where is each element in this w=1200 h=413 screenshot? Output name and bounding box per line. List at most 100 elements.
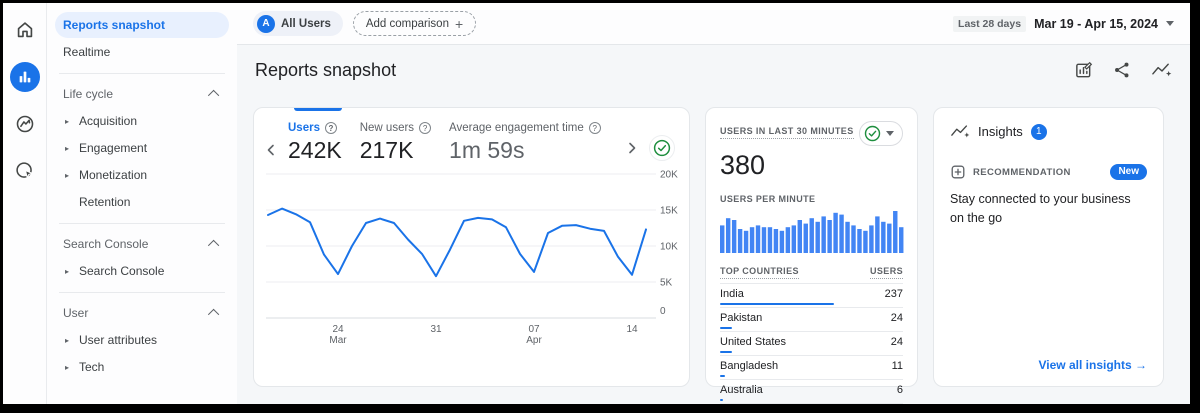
- audience-avatar: A: [257, 15, 275, 33]
- users-trend-line: [268, 209, 646, 277]
- sidebar-divider: [59, 223, 225, 224]
- add-comparison-button[interactable]: Add comparison +: [353, 11, 476, 36]
- data-quality-icon[interactable]: [649, 135, 675, 161]
- next-metrics-button[interactable]: [623, 139, 641, 157]
- country-bar: [720, 351, 732, 353]
- sidebar-item-reports-snapshot[interactable]: Reports snapshot: [55, 12, 229, 38]
- analytics-app: Reports snapshot Realtime Life cycle ▸Acqui…: [3, 3, 1190, 404]
- expand-arrow-icon[interactable]: ▸: [65, 144, 79, 153]
- sidebar-section-search-console[interactable]: Search Console: [55, 232, 229, 256]
- country-users-value: 11: [892, 360, 903, 372]
- minute-bar: [768, 227, 772, 253]
- country-bar: [720, 375, 725, 377]
- view-all-insights-label: View all insights: [1039, 358, 1132, 372]
- view-all-insights-link[interactable]: View all insights →: [1039, 358, 1147, 372]
- sidebar-item-search-console[interactable]: ▸Search Console: [55, 258, 229, 284]
- prev-metrics-button[interactable]: [262, 141, 280, 159]
- minute-bar: [893, 211, 897, 253]
- reports-nav-button[interactable]: [10, 62, 40, 92]
- explore-nav-button[interactable]: [10, 109, 40, 139]
- sidebar-item-realtime[interactable]: Realtime: [55, 39, 229, 65]
- sidebar-item-acquisition[interactable]: ▸Acquisition: [55, 108, 229, 134]
- metric-new-users-label: New users: [360, 122, 414, 134]
- sidebar-section-life-cycle[interactable]: Life cycle: [55, 82, 229, 106]
- expand-arrow-icon[interactable]: ▸: [65, 363, 79, 372]
- metric-avg-engagement[interactable]: Average engagement time? 1m 59s: [449, 122, 601, 164]
- sidebar-item-retention[interactable]: Retention: [55, 189, 229, 215]
- icon-rail: [3, 3, 47, 404]
- sidebar-item-label: User attributes: [79, 333, 157, 347]
- home-icon: [14, 19, 36, 41]
- new-badge: New: [1110, 164, 1147, 180]
- advertising-nav-button[interactable]: [10, 156, 40, 186]
- users-per-minute-label: USERS PER MINUTE: [720, 194, 903, 204]
- minute-bar: [845, 222, 849, 253]
- main-content: A All Users Add comparison + Last 28 day…: [237, 3, 1190, 404]
- x-axis-tick-sub: Mar: [329, 335, 347, 346]
- insights-icon[interactable]: [1151, 61, 1172, 79]
- sidebar-section-user[interactable]: User: [55, 301, 229, 325]
- help-icon[interactable]: ?: [589, 122, 601, 134]
- section-heading-label: Search Console: [63, 237, 148, 251]
- recommendation-text[interactable]: Stay connected to your business on the g…: [950, 190, 1147, 228]
- metric-users-label: Users: [288, 122, 320, 134]
- plus-icon: +: [455, 16, 463, 32]
- help-icon[interactable]: ?: [419, 122, 431, 134]
- country-users-value: 6: [897, 384, 903, 396]
- sidebar-item-engagement[interactable]: ▸Engagement: [55, 135, 229, 161]
- cards-row: Users? 242K New users? 217K Average enga…: [237, 95, 1190, 387]
- minute-bar: [726, 218, 730, 253]
- metric-users[interactable]: Users? 242K: [288, 122, 342, 164]
- x-axis-tick: 14: [626, 324, 638, 335]
- top-countries-list: India237Pakistan24 United States 24 Banglad…: [720, 284, 903, 404]
- page-header: Reports snapshot: [237, 45, 1190, 95]
- minute-bar: [869, 225, 873, 253]
- expand-arrow-icon[interactable]: ▸: [65, 171, 79, 180]
- country-users-value: 24: [891, 312, 903, 324]
- realtime-quality-dropdown[interactable]: [859, 121, 903, 146]
- metric-new-users[interactable]: New users? 217K: [360, 122, 431, 164]
- insights-icon: [950, 123, 970, 140]
- sidebar-item-monetization[interactable]: ▸Monetization: [55, 162, 229, 188]
- recommendation-icon: [950, 164, 966, 180]
- users-per-minute-chart[interactable]: [720, 209, 905, 253]
- help-icon[interactable]: ?: [325, 122, 337, 134]
- country-row: Pakistan24: [720, 308, 903, 332]
- country-name: Australia: [720, 384, 763, 396]
- minute-bar: [774, 229, 778, 253]
- minute-bar: [827, 220, 831, 253]
- date-range-picker[interactable]: Last 28 days Mar 19 - Apr 15, 2024: [953, 16, 1174, 32]
- audience-label: All Users: [281, 18, 331, 30]
- insights-title: Insights: [978, 124, 1023, 139]
- date-range-text: Mar 19 - Apr 15, 2024: [1034, 17, 1158, 31]
- reports-icon: [17, 69, 33, 85]
- metric-avg-engagement-label: Average engagement time: [449, 122, 584, 134]
- expand-arrow-icon[interactable]: ▸: [65, 117, 79, 126]
- country-name: Bangladesh: [720, 360, 778, 372]
- section-heading-label: Life cycle: [63, 87, 113, 101]
- minute-bar: [756, 225, 760, 253]
- all-users-chip[interactable]: A All Users: [253, 11, 343, 36]
- sidebar-item-user-attributes[interactable]: ▸User attributes: [55, 327, 229, 353]
- minute-bar: [744, 231, 748, 253]
- minute-bar: [833, 213, 837, 253]
- chevron-down-icon: [1166, 21, 1174, 26]
- expand-arrow-icon[interactable]: ▸: [65, 267, 79, 276]
- customize-report-icon[interactable]: [1074, 61, 1093, 80]
- share-icon[interactable]: [1113, 61, 1131, 79]
- country-row: India237: [720, 284, 903, 308]
- country-name: United States: [720, 336, 786, 348]
- sidebar-divider: [59, 292, 225, 293]
- country-users-value: 237: [885, 288, 903, 300]
- minute-bar: [720, 225, 724, 253]
- sidebar-item-label: Realtime: [63, 45, 110, 59]
- expand-arrow-icon[interactable]: ▸: [65, 336, 79, 345]
- chevron-up-icon: [208, 90, 219, 101]
- sidebar-item-tech[interactable]: ▸Tech: [55, 354, 229, 380]
- y-axis-tick: 5K: [660, 278, 673, 289]
- minute-bar: [786, 227, 790, 253]
- users-trend-chart[interactable]: 20K15K10K5K024Mar3107Apr14: [262, 168, 683, 348]
- page-title: Reports snapshot: [255, 60, 396, 81]
- home-nav-button[interactable]: [10, 15, 40, 45]
- country-bar: [720, 399, 723, 401]
